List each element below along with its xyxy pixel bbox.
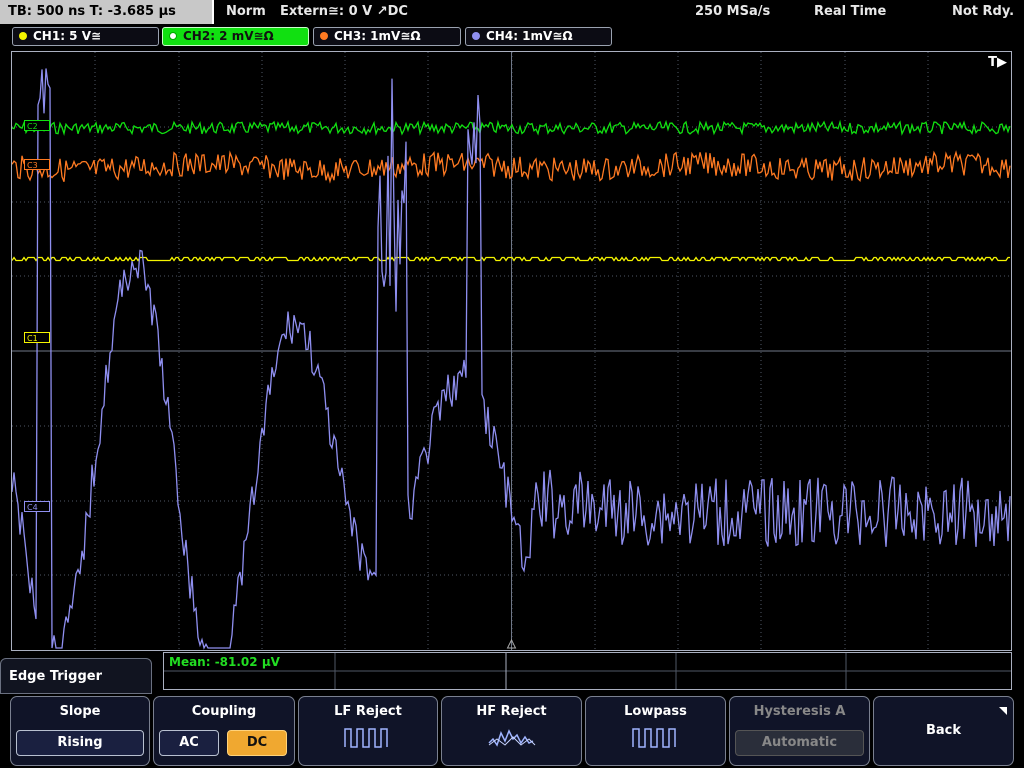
corner-arrow-icon — [999, 707, 1007, 715]
hf-reject-label: HF Reject — [476, 704, 547, 719]
channel-tab-label: CH2: 2 mV≅Ω — [183, 29, 274, 43]
channel-tab-ch2[interactable]: CH2: 2 mV≅Ω — [162, 27, 309, 46]
trigger-status: Not Rdy. — [952, 4, 1015, 19]
ch1-color-dot-icon — [19, 32, 27, 40]
hf-reject-icon — [442, 725, 581, 755]
slope-label: Slope — [59, 704, 101, 719]
channel-tab-label: CH3: 1mV≅Ω — [334, 29, 421, 43]
lf-reject-icon — [299, 725, 437, 755]
lf-reject-label: LF Reject — [334, 704, 402, 719]
measurement-panel: Mean: -81.02 µV — [163, 652, 1012, 690]
lf-reject-softkey[interactable]: LF Reject — [298, 696, 438, 766]
ch3-color-dot-icon — [320, 32, 328, 40]
hf-reject-softkey[interactable]: HF Reject — [441, 696, 582, 766]
back-label: Back — [925, 723, 962, 738]
ch4-color-dot-icon — [472, 32, 480, 40]
back-softkey[interactable]: Back — [873, 696, 1014, 766]
trigger-mode[interactable]: Norm — [226, 0, 266, 24]
slope-value[interactable]: Rising — [16, 730, 144, 756]
lowpass-label: Lowpass — [624, 704, 687, 719]
menu-title: Edge Trigger — [0, 658, 152, 694]
status-bar: TB: 500 ns T: -3.685 µs Norm Extern≅: 0 … — [0, 0, 1024, 24]
trigger-position-icon: T▶ — [988, 55, 1007, 70]
hysteresis-softkey: Hysteresis A Automatic — [729, 696, 870, 766]
sample-rate: 250 MSa/s — [695, 4, 771, 19]
menu-title-text: Edge Trigger — [9, 669, 102, 684]
coupling-label: Coupling — [191, 704, 257, 719]
measurement-grid — [164, 653, 1011, 689]
channel-tab-ch4[interactable]: CH4: 1mV≅Ω — [465, 27, 612, 46]
waveform-canvas[interactable] — [12, 52, 1011, 650]
coupling-softkey[interactable]: Coupling AC DC — [153, 696, 295, 766]
lowpass-softkey[interactable]: Lowpass — [585, 696, 726, 766]
ch1-offset-marker[interactable]: C1 — [24, 332, 50, 343]
ch2-offset-marker[interactable]: C2 — [24, 120, 50, 131]
channel-tab-label: CH1: 5 V≅ — [33, 29, 102, 43]
acquisition-mode: Real Time — [814, 4, 887, 19]
channel-tab-label: CH4: 1mV≅Ω — [486, 29, 573, 43]
coupling-ac-option[interactable]: AC — [159, 730, 219, 756]
ch2-color-dot-icon — [169, 32, 177, 40]
timebase-readout[interactable]: TB: 500 ns T: -3.685 µs — [0, 0, 214, 24]
hysteresis-label: Hysteresis A — [753, 704, 846, 719]
hysteresis-value: Automatic — [735, 730, 864, 756]
ch4-offset-marker[interactable]: C4 — [24, 501, 50, 512]
timebase-text: TB: 500 ns T: -3.685 µs — [8, 4, 176, 19]
slope-softkey[interactable]: Slope Rising — [10, 696, 150, 766]
channel-tab-ch1[interactable]: CH1: 5 V≅ — [12, 27, 159, 46]
channel-tab-ch3[interactable]: CH3: 1mV≅Ω — [313, 27, 461, 46]
coupling-dc-option[interactable]: DC — [227, 730, 287, 756]
ch3-offset-marker[interactable]: C3 — [24, 159, 50, 170]
waveform-display[interactable]: C2 C3 C1 C4 T▶ — [11, 51, 1012, 651]
trigger-source[interactable]: Extern≅: 0 V ↗DC — [280, 0, 408, 24]
lowpass-icon — [586, 725, 725, 755]
